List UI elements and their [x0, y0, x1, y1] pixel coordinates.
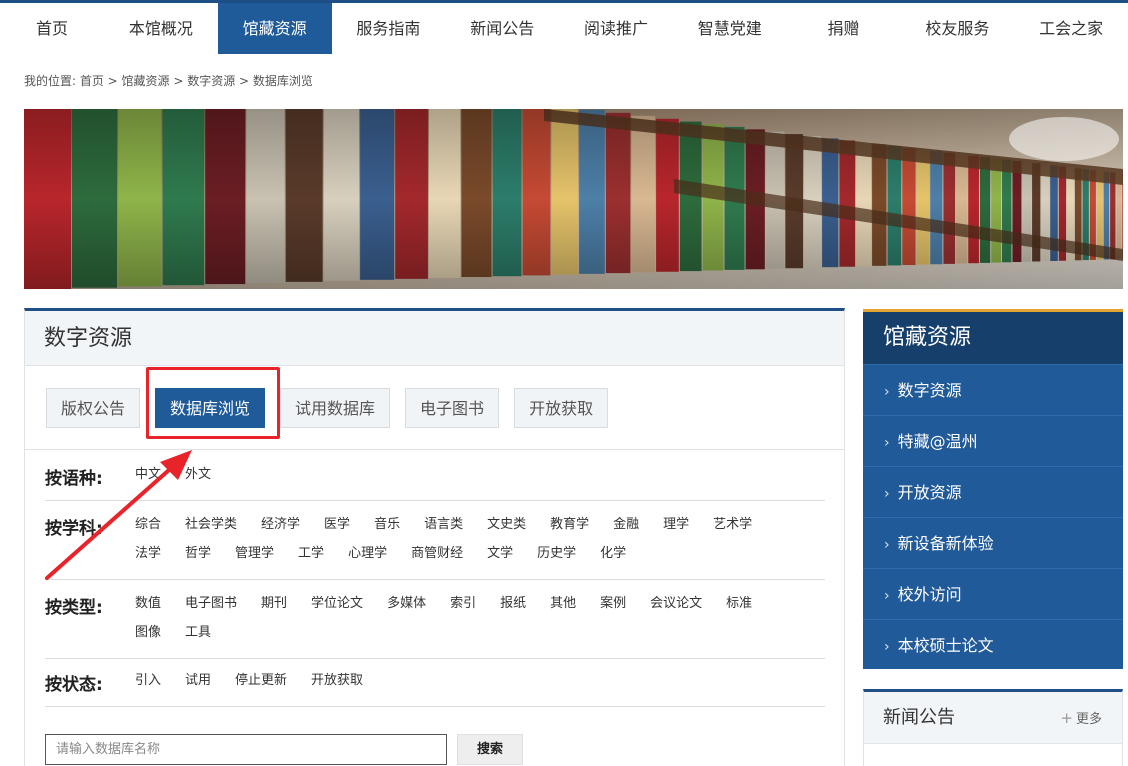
sidebar-item-master-thesis[interactable]: › 本校硕士论文	[863, 619, 1123, 670]
nav-item-collections[interactable]: 馆藏资源	[217, 3, 332, 54]
database-search-input[interactable]: 请输入数据库名称	[45, 734, 447, 765]
filter-option[interactable]: 图像	[135, 624, 161, 653]
tab-database-browse[interactable]: 数据库浏览	[155, 388, 266, 428]
filter-option[interactable]: 外文	[185, 466, 211, 495]
tab-ebooks[interactable]: 电子图书	[405, 388, 500, 428]
sidebar-item-special-collection[interactable]: › 特藏@温州	[863, 415, 1123, 466]
filter-option[interactable]: 试用	[185, 672, 211, 701]
filter-option[interactable]: 会议论文	[650, 595, 702, 624]
filter-option[interactable]: 多媒体	[387, 595, 426, 624]
filter-option[interactable]: 标准	[726, 595, 752, 624]
filter-option[interactable]: 期刊	[261, 595, 287, 624]
filter-option[interactable]: 停止更新	[235, 672, 287, 701]
sidebar-item-label: 新设备新体验	[897, 534, 994, 553]
sidebar-item-label: 特藏@温州	[897, 432, 978, 451]
sidebar-title: 馆藏资源	[863, 312, 1123, 364]
tab-trial-database[interactable]: 试用数据库	[280, 388, 391, 428]
nav-item-alumni[interactable]: 校友服务	[900, 3, 1014, 54]
panel-title: 数字资源	[25, 311, 844, 366]
main-nav: 首页 本馆概况 馆藏资源 服务指南 新闻公告 阅读推广 智慧党建 捐赠 校友服务…	[0, 3, 1128, 54]
news-panel: 新闻公告 + 更多	[863, 689, 1123, 766]
filter-option[interactable]: 法学	[135, 545, 161, 574]
filter-option[interactable]: 艺术学	[713, 516, 752, 545]
filter-language: 按语种: 中文 外文	[45, 464, 825, 501]
filter-type: 按类型: 数值 电子图书 期刊 学位论文 多媒体 索引 报纸 其他 案例 会议论文 标准图像 工具	[45, 593, 825, 659]
tabs-divider	[25, 449, 844, 450]
nav-item-news[interactable]: 新闻公告	[445, 3, 559, 54]
tab-open-access[interactable]: 开放获取	[514, 388, 609, 428]
sidebar-item-offcampus[interactable]: › 校外访问	[863, 568, 1123, 619]
sidebar-item-open-resources[interactable]: › 开放资源	[863, 466, 1123, 517]
filter-option[interactable]: 综合	[135, 516, 161, 545]
news-more-link[interactable]: + 更多	[1060, 692, 1102, 746]
chevron-right-icon: ›	[884, 435, 890, 451]
filter-option[interactable]: 教育学	[550, 516, 589, 545]
nav-item-services[interactable]: 服务指南	[332, 3, 446, 54]
filter-option[interactable]: 其他	[550, 595, 576, 624]
filter-option[interactable]: 理学	[663, 516, 689, 545]
chevron-right-icon: ›	[884, 384, 890, 400]
filter-option[interactable]: 电子图书	[185, 595, 237, 624]
sidebar-item-label: 开放资源	[897, 483, 962, 502]
filter-items-language: 中文 外文	[135, 466, 815, 495]
filter-option[interactable]: 开放获取	[311, 672, 363, 701]
filter-label-status: 按状态:	[45, 675, 103, 695]
chevron-right-icon: ›	[884, 537, 890, 553]
filter-option[interactable]: 管理学	[235, 545, 274, 574]
nav-item-reading[interactable]: 阅读推广	[559, 3, 673, 54]
filter-option[interactable]: 哲学	[185, 545, 211, 574]
filter-option[interactable]: 社会学类	[185, 516, 237, 545]
filter-label-subject: 按学科:	[45, 519, 103, 539]
filter-option[interactable]: 学位论文	[311, 595, 363, 624]
nav-item-about[interactable]: 本馆概况	[104, 3, 218, 54]
filter-items-type: 数值 电子图书 期刊 学位论文 多媒体 索引 报纸 其他 案例 会议论文 标准图像 工具	[135, 595, 815, 653]
nav-item-home[interactable]: 首页	[0, 3, 104, 54]
filter-option[interactable]: 语言类	[424, 516, 463, 545]
nav-item-party[interactable]: 智慧党建	[673, 3, 787, 54]
filter-option[interactable]: 化学	[600, 545, 626, 574]
filter-option[interactable]: 数值	[135, 595, 161, 624]
plus-icon: +	[1060, 709, 1073, 727]
sidebar: 馆藏资源 › 数字资源 › 特藏@温州 › 开放资源 › 新设备新体验 › 校外访问 › 本…	[863, 309, 1123, 669]
news-more-label: 更多	[1075, 712, 1102, 727]
nav-item-donation[interactable]: 捐赠	[787, 3, 901, 54]
filter-items-status: 引入 试用 停止更新 开放获取	[135, 672, 815, 701]
filter-option[interactable]: 金融	[613, 516, 639, 545]
chevron-right-icon: ›	[884, 588, 890, 604]
sidebar-item-label: 数字资源	[897, 381, 962, 400]
digital-resources-panel: 数字资源 版权公告 数据库浏览 试用数据库 电子图书 开放获取 按语种: 中文外…	[24, 308, 845, 766]
filter-option[interactable]: 中文	[135, 466, 161, 495]
filter-option[interactable]: 文史类	[487, 516, 526, 545]
sidebar-item-label: 校外访问	[897, 585, 962, 604]
filter-option[interactable]: 商管财经	[411, 545, 463, 574]
filter-subject: 按学科: 综合 社会学类 经济学 医学 音乐 语言类 文史类 教育学 金融 理学 艺术学法学 哲学 管理…	[45, 514, 825, 580]
sidebar-item-new-equipment[interactable]: › 新设备新体验	[863, 517, 1123, 568]
sidebar-item-digital[interactable]: › 数字资源	[863, 364, 1123, 415]
nav-item-union[interactable]: 工会之家	[1014, 3, 1128, 54]
sidebar-item-label: 本校硕士论文	[897, 636, 994, 655]
bookshelf-banner	[24, 109, 1123, 289]
tab-copyright[interactable]: 版权公告	[46, 388, 141, 428]
resource-tabs: 版权公告 数据库浏览 试用数据库 电子图书 开放获取	[46, 388, 623, 428]
search-button[interactable]: 搜索	[457, 734, 523, 765]
chevron-right-icon: ›	[884, 486, 890, 502]
filter-option[interactable]: 经济学	[261, 516, 300, 545]
filter-option[interactable]: 工具	[185, 624, 211, 653]
filter-option[interactable]: 医学	[324, 516, 350, 545]
filter-option[interactable]: 案例	[600, 595, 626, 624]
filter-option[interactable]: 引入	[135, 672, 161, 701]
filter-option[interactable]: 文学	[487, 545, 513, 574]
filter-label-type: 按类型:	[45, 598, 103, 618]
filter-label-language: 按语种:	[45, 469, 103, 489]
filter-option[interactable]: 索引	[450, 595, 476, 624]
filter-option[interactable]: 历史学	[537, 545, 576, 574]
chevron-right-icon: ›	[884, 639, 890, 655]
filter-option[interactable]: 心理学	[348, 545, 387, 574]
filter-status: 按状态: 引入 试用 停止更新 开放获取	[45, 670, 825, 707]
filter-option[interactable]: 报纸	[500, 595, 526, 624]
filter-option[interactable]: 工学	[298, 545, 324, 574]
filter-option[interactable]: 音乐	[374, 516, 400, 545]
filter-items-subject: 综合 社会学类 经济学 医学 音乐 语言类 文史类 教育学 金融 理学 艺术学法学 哲学 管理学 工学 心理…	[135, 516, 815, 574]
breadcrumb: 我的位置: 首页 > 馆藏资源 > 数字资源 > 数据库浏览	[24, 74, 313, 88]
